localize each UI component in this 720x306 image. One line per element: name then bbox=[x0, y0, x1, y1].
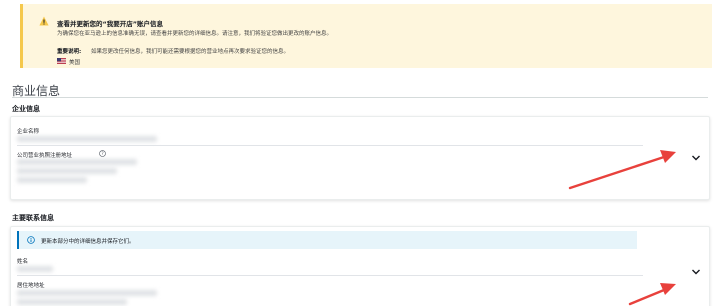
red-arrow-icon bbox=[568, 150, 676, 190]
red-arrow-icon bbox=[628, 283, 676, 306]
annotation-arrows bbox=[568, 150, 676, 306]
